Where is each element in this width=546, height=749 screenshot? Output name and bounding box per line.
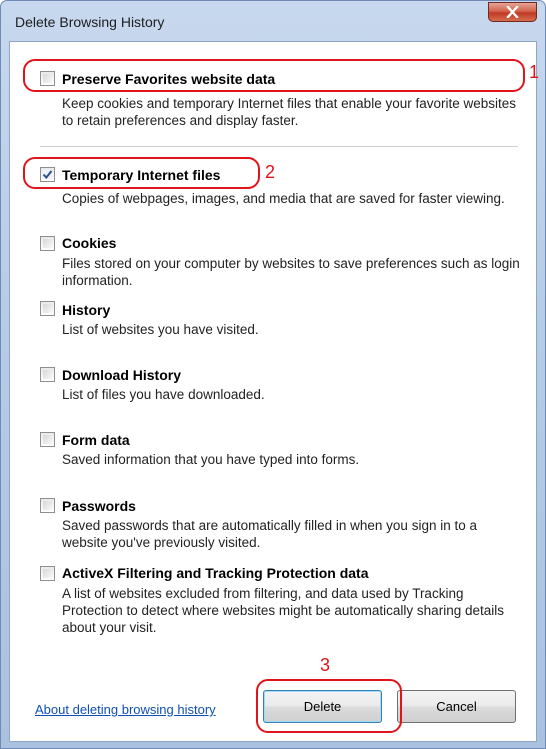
highlight-ring-1 (23, 59, 525, 92)
desc-activex-tracking: A list of websites excluded from filteri… (62, 586, 504, 635)
window-title: Delete Browsing History (15, 14, 165, 30)
highlight-ring-3 (256, 679, 402, 733)
desc-cookies: Files stored on your computer by website… (62, 256, 520, 288)
label-activex-tracking[interactable]: ActiveX Filtering and Tracking Protectio… (62, 565, 369, 581)
annotation-marker-1: 1 (529, 62, 540, 82)
checkbox-history[interactable] (40, 301, 55, 316)
checkbox-form-data[interactable] (40, 432, 55, 447)
annotation-marker-2: 2 (265, 162, 276, 182)
close-glyph (506, 6, 519, 18)
highlight-ring-2 (23, 157, 260, 189)
label-passwords[interactable]: Passwords (62, 498, 136, 514)
desc-history: List of websites you have visited. (62, 322, 259, 337)
label-cookies[interactable]: Cookies (62, 235, 116, 251)
title-bar[interactable]: Delete Browsing History x (1, 1, 545, 41)
dialog-body: Preserve Favorites website data Keep coo… (9, 41, 540, 742)
dialog-window: Delete Browsing History x Preserve Favor… (0, 0, 546, 749)
desc-temporary-internet-files: Copies of webpages, images, and media th… (62, 191, 505, 206)
about-deleting-history-link[interactable]: About deleting browsing history (35, 702, 216, 717)
annotation-marker-3: 3 (320, 655, 331, 675)
label-form-data[interactable]: Form data (62, 432, 130, 448)
desc-form-data: Saved information that you have typed in… (62, 452, 360, 467)
checkbox-cookies[interactable] (40, 236, 55, 251)
close-button[interactable]: x (488, 2, 537, 22)
label-history[interactable]: History (62, 302, 110, 318)
label-download-history[interactable]: Download History (62, 367, 181, 383)
checkbox-activex-tracking[interactable] (40, 566, 55, 581)
desc-download-history: List of files you have downloaded. (62, 387, 265, 402)
checkbox-download-history[interactable] (40, 367, 55, 382)
checkbox-passwords[interactable] (40, 498, 55, 513)
separator (40, 146, 518, 147)
desc-preserve-favorites: Keep cookies and temporary Internet file… (62, 96, 517, 128)
cancel-button[interactable]: Cancel (397, 690, 516, 723)
desc-passwords: Saved passwords that are automatically f… (62, 518, 477, 550)
